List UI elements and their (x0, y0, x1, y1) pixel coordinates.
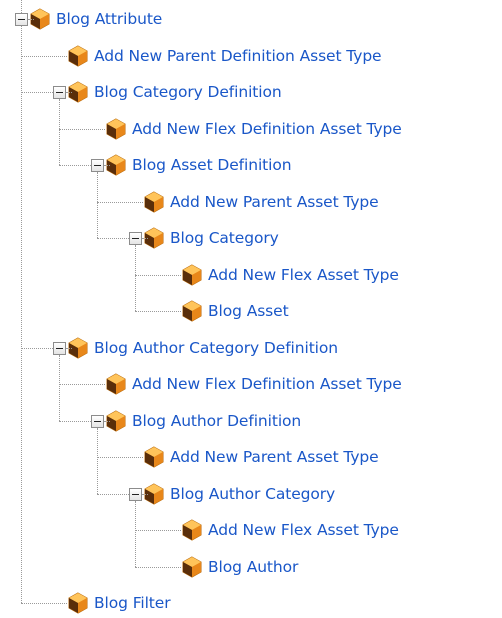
collapse-toggle-icon[interactable] (53, 86, 66, 99)
tree-connector (104, 420, 110, 422)
tree-node-label[interactable]: Blog Author Definition (132, 412, 301, 430)
tree-connector (97, 493, 129, 495)
tree-node[interactable]: Add New Flex Asset Type (181, 515, 399, 545)
tree-connector (59, 165, 91, 166)
tree-connector (135, 530, 181, 531)
tree-node[interactable]: Blog Category (143, 223, 279, 253)
tree-node[interactable]: Add New Parent Asset Type (143, 187, 379, 217)
tree-node-label[interactable]: Blog Asset Definition (132, 156, 292, 174)
tree-connector (59, 99, 60, 165)
tree-connector (97, 427, 98, 494)
tree-node[interactable]: Blog Category Definition (67, 77, 282, 107)
tree-node[interactable]: Blog Author Category Definition (67, 333, 338, 363)
asset-type-icon (67, 44, 89, 67)
tree-connector (135, 311, 181, 312)
asset-type-icon (143, 190, 165, 213)
tree-node-label[interactable]: Add New Parent Definition Asset Type (94, 47, 382, 65)
tree-node[interactable]: Add New Parent Asset Type (143, 442, 379, 472)
collapse-toggle-icon[interactable] (15, 13, 28, 26)
collapse-toggle-icon[interactable] (91, 414, 104, 428)
tree-node-label[interactable]: Blog Author Category Definition (94, 339, 338, 357)
tree-connector (97, 201, 143, 203)
tree-node-label[interactable]: Blog Author Category (170, 485, 335, 503)
tree-node-label[interactable]: Add New Parent Asset Type (170, 448, 379, 466)
tree-node-label[interactable]: Blog Filter (94, 594, 171, 612)
tree-connector (21, 603, 67, 604)
asset-type-icon (181, 263, 203, 286)
asset-type-icon (181, 300, 203, 322)
tree-connector (97, 172, 98, 238)
tree-node-label[interactable]: Blog Attribute (56, 10, 162, 28)
tree-node-label[interactable]: Blog Asset (208, 302, 289, 320)
tree-node-label[interactable]: Blog Author (208, 558, 298, 576)
tree-node[interactable]: Blog Author Category (143, 479, 335, 509)
collapse-toggle-icon[interactable] (129, 232, 142, 245)
asset-type-tree: Blog Attribute Add New Parent Definition … (0, 0, 502, 614)
tree-connector (21, 347, 53, 349)
collapse-toggle-icon[interactable] (129, 487, 142, 501)
tree-connector (97, 238, 129, 239)
tree-node-label[interactable]: Add New Flex Asset Type (208, 266, 399, 284)
tree-connector (104, 165, 110, 166)
tree-node[interactable]: Add New Flex Definition Asset Type (105, 114, 402, 144)
tree-node[interactable]: Add New Flex Definition Asset Type (105, 369, 402, 399)
tree-connector (142, 238, 148, 239)
tree-node-label[interactable]: Add New Flex Asset Type (208, 521, 399, 539)
tree-connector (59, 420, 91, 422)
tree-connector (135, 245, 136, 311)
tree-connector (142, 493, 148, 495)
tree-node[interactable]: Blog Asset Definition (105, 150, 292, 180)
tree-connector (66, 92, 72, 93)
collapse-toggle-icon[interactable] (91, 159, 104, 172)
asset-type-icon (105, 373, 127, 395)
tree-node[interactable]: Blog Filter (67, 588, 171, 618)
tree-node[interactable]: Blog Author Definition (105, 406, 301, 436)
tree-connector (59, 384, 105, 385)
tree-node-label[interactable]: Add New Flex Definition Asset Type (132, 375, 402, 393)
asset-type-icon (105, 117, 127, 140)
asset-type-icon (181, 555, 203, 578)
tree-connector (59, 354, 60, 421)
tree-connector (97, 457, 143, 458)
asset-type-icon (143, 446, 165, 468)
tree-connector (135, 500, 136, 567)
tree-node-label[interactable]: Add New Flex Definition Asset Type (132, 120, 402, 138)
tree-root-node[interactable]: Blog Attribute (29, 4, 162, 34)
tree-node[interactable]: Add New Flex Asset Type (181, 260, 399, 290)
tree-connector (135, 274, 181, 276)
tree-node-label[interactable]: Blog Category Definition (94, 83, 282, 101)
tree-connector (21, 55, 67, 57)
tree-connector (28, 19, 34, 20)
collapse-toggle-icon[interactable] (53, 341, 66, 355)
tree-connector (21, 0, 22, 13)
tree-node[interactable]: Blog Asset (181, 296, 289, 326)
tree-connector (135, 566, 181, 568)
tree-connector (21, 92, 53, 93)
tree-node-label[interactable]: Add New Parent Asset Type (170, 193, 379, 211)
asset-type-icon (181, 519, 203, 541)
tree-node[interactable]: Blog Author (181, 552, 298, 582)
tree-node-label[interactable]: Blog Category (170, 229, 279, 247)
tree-node[interactable]: Add New Parent Definition Asset Type (67, 41, 382, 71)
tree-connector (59, 128, 105, 130)
tree-connector (21, 26, 22, 603)
tree-connector (66, 347, 72, 349)
